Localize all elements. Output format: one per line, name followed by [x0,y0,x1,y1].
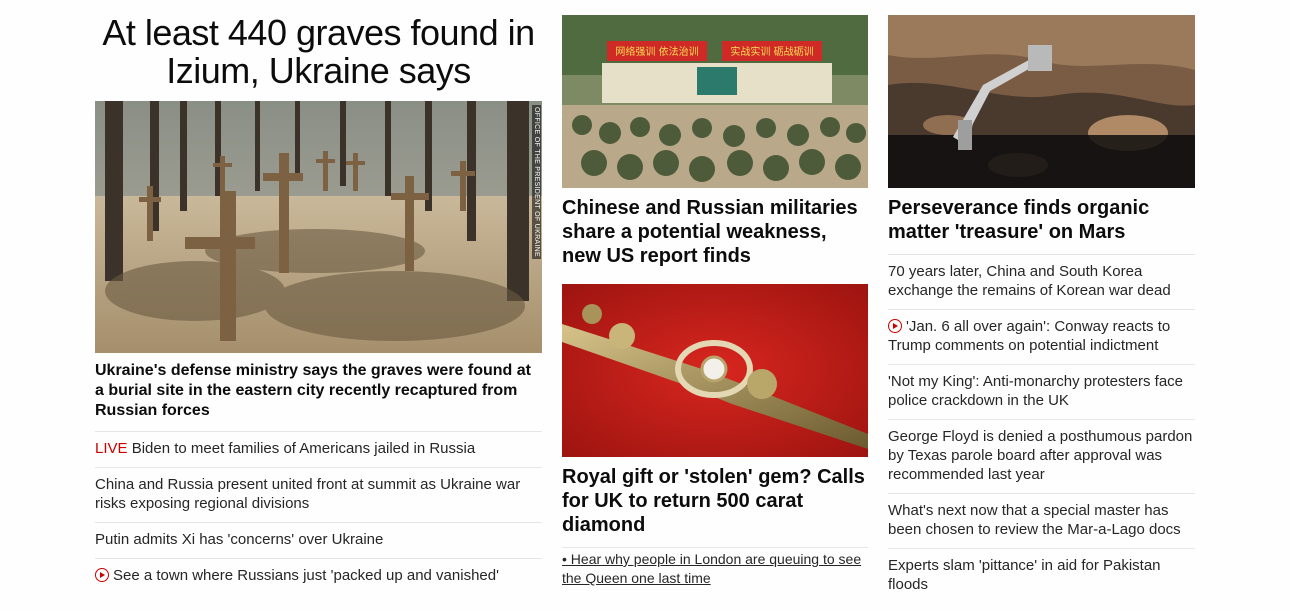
right-link-3[interactable]: 'Not my King': Anti-monarchy protesters … [888,364,1195,419]
right-link-text: Experts slam 'pittance' in aid for Pakis… [888,557,1161,593]
story-headline-militaries[interactable]: Chinese and Russian militaries share a p… [562,196,868,268]
right-link-2[interactable]: 'Jan. 6 all over again': Conway reacts t… [888,309,1195,364]
hero-headline[interactable]: At least 440 graves found in Izium, Ukra… [95,14,542,90]
right-link-text: George Floyd is denied a posthumous pard… [888,428,1193,483]
right-link-1[interactable]: 70 years later, China and South Korea ex… [888,254,1195,309]
live-badge: LIVE [95,440,128,457]
middle-column: 网络强训 依法治训 实战实训 砺战砺训 Chinese and Russian … [562,0,868,588]
sceptre-image [562,284,868,457]
related-link-text: Biden to meet families of Americans jail… [131,440,476,457]
right-column: Perseverance finds organic matter 'treas… [888,0,1195,603]
banner-right-text: 实战实训 砺战砺训 [730,45,813,58]
right-link-6[interactable]: Experts slam 'pittance' in aid for Pakis… [888,548,1195,603]
story-headline-mars[interactable]: Perseverance finds organic matter 'treas… [888,196,1195,244]
hero-column: At least 440 graves found in Izium, Ukra… [95,0,542,594]
hero-description[interactable]: Ukraine's defense ministry says the grav… [95,361,542,421]
mars-surface-image [888,15,1195,188]
related-link-text: See a town where Russians just 'packed u… [113,567,499,584]
right-link-4[interactable]: George Floyd is denied a posthumous pard… [888,419,1195,493]
right-link-text: 70 years later, China and South Korea ex… [888,263,1171,299]
right-link-text: 'Not my King': Anti-monarchy protesters … [888,373,1184,409]
play-icon [888,319,902,333]
mars-rover-image[interactable] [888,15,1195,188]
soldiers-image: 网络强训 依法治训 实战实训 砺战砺训 [562,15,868,188]
image-credit: OFFICE OF THE PRESIDENT OF UKRAINE [532,105,541,259]
diamond-sceptre-image[interactable] [562,284,868,457]
play-icon [95,568,109,582]
related-link-text: China and Russia present united front at… [95,476,521,512]
right-link-5[interactable]: What's next now that a special master ha… [888,493,1195,548]
queen-queue-link[interactable]: • Hear why people in London are queuing … [562,547,868,588]
related-link-3[interactable]: Putin admits Xi has 'concerns' over Ukra… [95,522,542,558]
banner-left-text: 网络强训 依法治训 [615,45,698,58]
forest-graves-image [95,101,542,353]
hero-image-graves[interactable]: OFFICE OF THE PRESIDENT OF UKRAINE [95,101,542,353]
related-link-4[interactable]: See a town where Russians just 'packed u… [95,558,542,594]
right-link-text: What's next now that a special master ha… [888,502,1181,538]
military-assembly-image[interactable]: 网络强训 依法治训 实战实训 砺战砺训 [562,15,868,188]
story-headline-diamond[interactable]: Royal gift or 'stolen' gem? Calls for UK… [562,465,868,537]
related-link-1[interactable]: LIVE Biden to meet families of Americans… [95,431,542,467]
related-link-text: Putin admits Xi has 'concerns' over Ukra… [95,531,384,548]
right-link-text: 'Jan. 6 all over again': Conway reacts t… [888,318,1171,354]
related-link-2[interactable]: China and Russia present united front at… [95,467,542,522]
